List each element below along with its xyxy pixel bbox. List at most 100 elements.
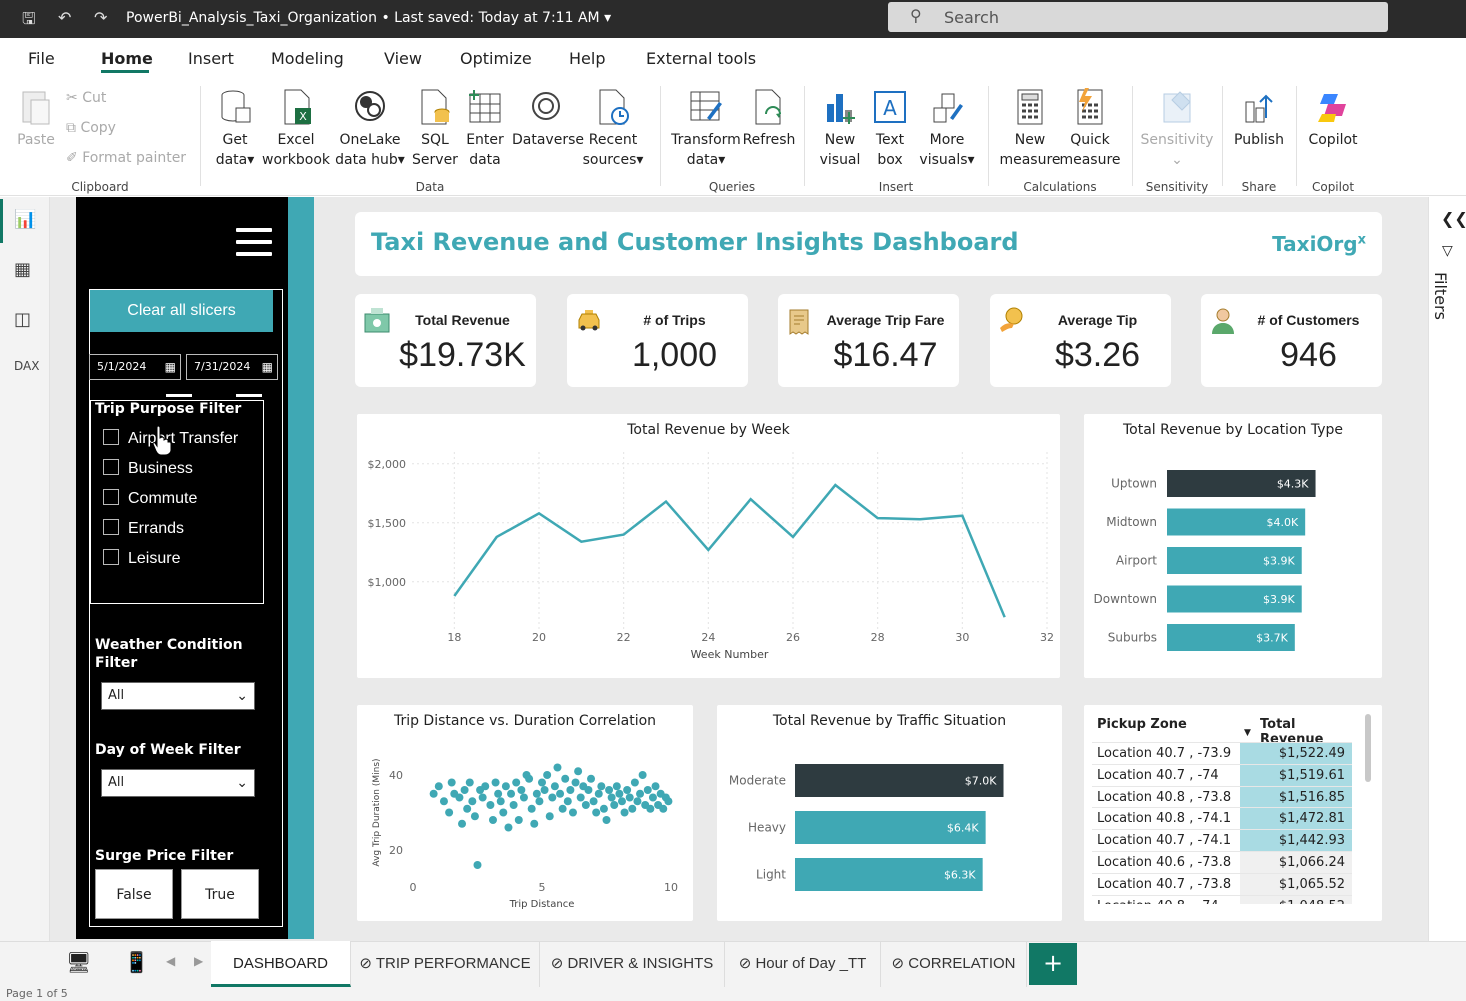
tab-dashboard[interactable]: DASHBOARD [211, 941, 351, 987]
table-row[interactable]: Location 40.8 , -74.1 $1,472.81 [1092, 807, 1352, 830]
column-header-pickup-zone[interactable]: Pickup Zone [1097, 717, 1187, 732]
series-line [453, 483, 1006, 618]
table-body[interactable]: Pickup Zone Total Revenue ▼ Location 40.… [1092, 712, 1352, 904]
model-view-icon[interactable]: ◫ [14, 309, 31, 330]
sql-server-button[interactable]: SQL Server [412, 88, 458, 170]
table-row[interactable]: Location 40.6 , -73.8 $1,066.24 [1092, 850, 1352, 873]
refresh-button[interactable]: Refresh [742, 88, 796, 150]
file-title[interactable]: PowerBi_Analysis_Taxi_Organization • Las… [126, 10, 611, 26]
new-measure-button[interactable]: New measure [998, 88, 1062, 170]
calendar-icon: ▦ [164, 360, 176, 374]
redo-icon[interactable]: ↷ [94, 8, 107, 27]
get-data-button[interactable]: Get data▾ [212, 88, 258, 170]
chart-revenue-by-location[interactable]: Total Revenue by Location Type Uptown $4.… [1084, 414, 1382, 678]
category-label: Uptown [1111, 477, 1157, 491]
svg-text:A: A [883, 96, 897, 120]
table-row[interactable]: Location 40.7 , -74.1 $1,442.93 [1092, 829, 1352, 852]
copilot-button[interactable]: Copilot [1304, 88, 1362, 150]
tab-correlation[interactable]: ⊘ CORRELATION [881, 941, 1027, 987]
trip-purpose-option[interactable]: Business [103, 459, 193, 478]
table-row[interactable]: Location 40.8 , -73.8 $1,516.85 [1092, 785, 1352, 808]
dax-query-icon[interactable]: DAX [14, 359, 39, 373]
chart-revenue-by-week[interactable]: Total Revenue by Week $1,000 $1,500 $2,000… [357, 414, 1060, 678]
tab-driver-insights[interactable]: ⊘ DRIVER & INSIGHTS [540, 941, 725, 987]
mobile-layout-icon[interactable]: 📱 [124, 950, 149, 974]
x-tick-label: 0 [410, 881, 417, 894]
weather-dropdown[interactable]: All ⌄ [101, 682, 255, 710]
enter-data-button[interactable]: Enter data [462, 88, 508, 170]
day-of-week-dropdown[interactable]: All ⌄ [101, 769, 255, 797]
scatter-point [566, 786, 575, 794]
table-row[interactable]: Location 40.8 , -74 $1,048.52 [1092, 894, 1352, 904]
scatter-point [460, 786, 469, 794]
add-page-button[interactable]: + [1029, 943, 1077, 985]
report-view-icon[interactable]: 📊 [14, 209, 36, 230]
scatter-point [532, 789, 541, 798]
format-painter-button[interactable]: ✐ Format painter [66, 150, 186, 166]
menu-insert[interactable]: Insert [188, 49, 234, 68]
chart-revenue-by-traffic[interactable]: Total Revenue by Traffic Situation Moder… [717, 705, 1062, 921]
chart-distance-vs-duration[interactable]: Trip Distance vs. Duration Correlation 2… [357, 705, 693, 921]
menu-help[interactable]: Help [569, 49, 605, 68]
new-visual-button[interactable]: New visual [816, 88, 864, 170]
filters-label[interactable]: Filters [1431, 272, 1450, 320]
copy-icon: ⧉ [66, 120, 76, 136]
table-row[interactable]: Location 40.7 , -73.8 $1,065.52 [1092, 872, 1352, 895]
surge-false-button[interactable]: False [95, 869, 173, 919]
menu-home[interactable]: Home [101, 49, 153, 68]
menu-optimize[interactable]: Optimize [460, 49, 532, 68]
dataverse-button[interactable]: Dataverse [512, 88, 584, 150]
table-row[interactable]: Location 40.7 , -74 $1,519.61 [1092, 763, 1352, 786]
category-label: Heavy [748, 821, 786, 835]
tab-hour-of-day[interactable]: ⊘ Hour of Day _TT [725, 941, 881, 987]
onelake-button[interactable]: OneLake data hub▾ [332, 88, 408, 170]
sensitivity-button[interactable]: Sensitivity ⌄ [1140, 88, 1214, 170]
date-to-input[interactable]: 7/31/2024 ▦ [186, 354, 278, 380]
save-icon[interactable]: 🖫 [22, 8, 36, 35]
transform-icon [690, 91, 722, 121]
group-calculations: Calculations [1023, 180, 1097, 194]
recent-sources-button[interactable]: Recent sources▾ [580, 88, 646, 170]
copy-button[interactable]: ⧉ Copy [66, 120, 116, 136]
hamburger-menu-icon[interactable] [236, 228, 272, 264]
x-tick-label: 18 [447, 631, 461, 644]
quick-measure-button[interactable]: Quick measure [1058, 88, 1122, 170]
menu-file[interactable]: File [28, 49, 55, 68]
trip-purpose-option[interactable]: Commute [103, 489, 197, 508]
ribbon: Paste ✂ Cut ⧉ Copy ✐ Format painter Clip… [0, 76, 1466, 196]
table-row[interactable]: Location 40.7 , -73.9 $1,522.49 [1092, 742, 1352, 764]
undo-icon[interactable]: ↶ [58, 8, 71, 27]
text-box-button[interactable]: A Text box [868, 88, 912, 170]
trip-purpose-option[interactable]: Errands [103, 519, 184, 538]
tab-trip-performance[interactable]: ⊘ TRIP PERFORMANCE [351, 941, 540, 987]
kpi-label: Total Revenue [415, 312, 510, 328]
surge-true-button[interactable]: True [181, 869, 259, 919]
y-tick-label: $1,500 [368, 517, 407, 530]
scatter-point [623, 786, 632, 794]
next-page-icon[interactable]: ▶ [194, 954, 203, 968]
menu-view[interactable]: View [384, 49, 422, 68]
publish-button[interactable]: Publish [1232, 88, 1286, 150]
trip-purpose-option[interactable]: Leisure [103, 549, 180, 568]
table-view-icon[interactable]: ▦ [14, 259, 31, 280]
paste-button[interactable]: Paste [14, 88, 58, 150]
date-from-input[interactable]: 5/1/2024 ▦ [89, 354, 181, 380]
transform-data-button[interactable]: Transform data▾ [670, 88, 742, 170]
search-box[interactable]: ⚲ Search [888, 2, 1388, 32]
clear-all-slicers-button[interactable]: Clear all slicers [90, 290, 273, 332]
active-menu-indicator [101, 70, 149, 73]
chevron-down-icon: ▾ [604, 10, 612, 26]
previous-page-icon[interactable]: ◀ [166, 954, 175, 968]
scatter-point [507, 789, 516, 798]
cut-button[interactable]: ✂ Cut [66, 90, 106, 106]
menu-modeling[interactable]: Modeling [271, 49, 344, 68]
more-visuals-button[interactable]: More visuals▾ [918, 88, 976, 170]
excel-workbook-button[interactable]: X Excel workbook [262, 88, 330, 170]
expand-chevron-icon[interactable]: ❮❮ [1441, 209, 1466, 228]
scatter-point [519, 793, 528, 802]
table-scrollbar[interactable] [1365, 714, 1371, 782]
scatter-point [617, 797, 626, 806]
menu-external-tools[interactable]: External tools [646, 49, 756, 68]
desktop-layout-icon[interactable]: 🖥 [66, 950, 91, 974]
chevron-down-icon: ⌄ [236, 688, 248, 704]
